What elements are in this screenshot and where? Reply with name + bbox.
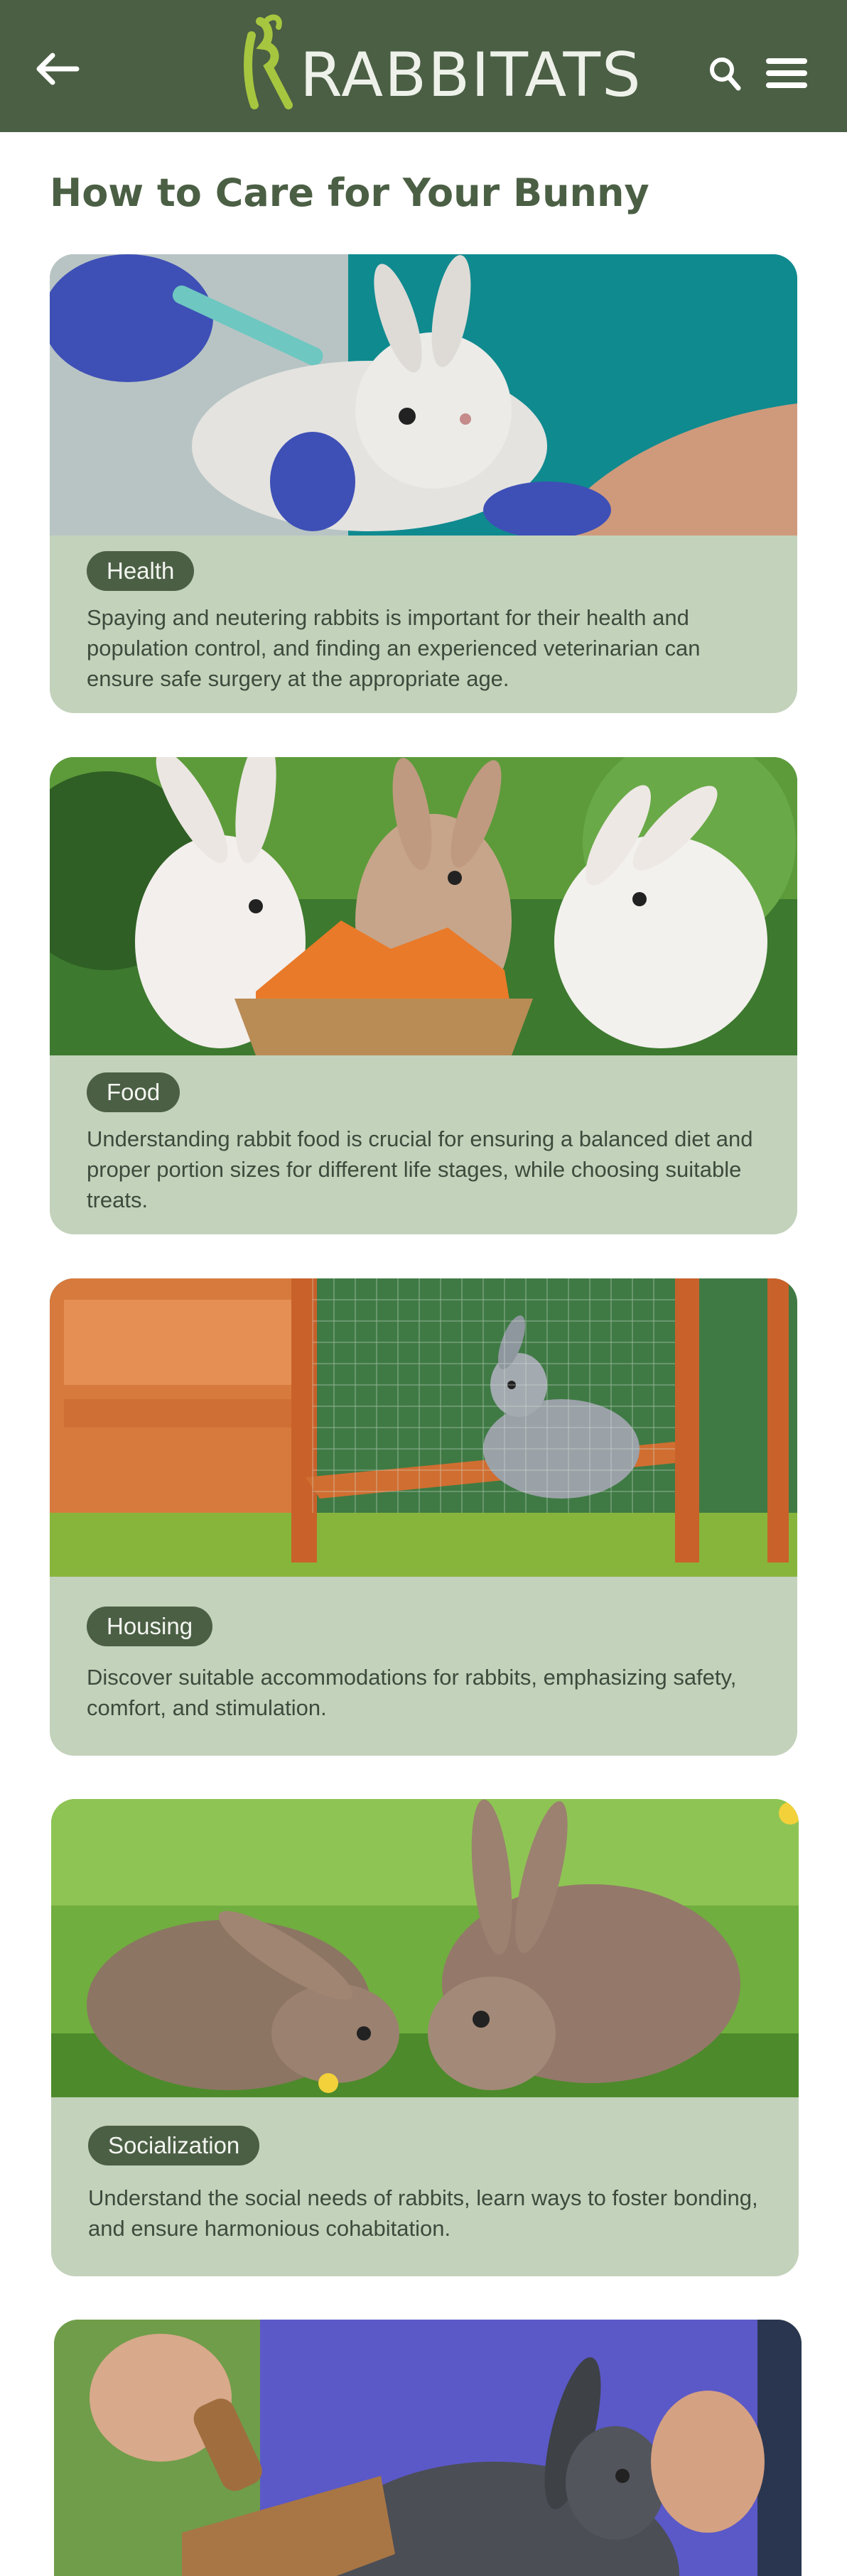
card-image bbox=[51, 1799, 799, 2097]
tag-badge: Socialization bbox=[88, 2126, 260, 2165]
care-card-grooming[interactable] bbox=[54, 2320, 802, 2576]
back-button[interactable] bbox=[34, 51, 81, 87]
care-card-socialization[interactable]: Socialization Understand the social need… bbox=[51, 1799, 799, 2276]
search-icon bbox=[710, 58, 741, 91]
search-button[interactable] bbox=[707, 54, 743, 94]
card-description: Discover suitable accommodations for rab… bbox=[87, 1665, 737, 1720]
logo-rabbit-r-icon bbox=[244, 14, 293, 109]
health-photo bbox=[50, 254, 797, 536]
care-card-health[interactable]: Health Spaying and neutering rabbits is … bbox=[50, 254, 797, 713]
care-card-food[interactable]: Food Understanding rabbit food is crucia… bbox=[50, 757, 797, 1234]
tag-badge: Food bbox=[87, 1072, 180, 1112]
card-description: Understand the social needs of rabbits, … bbox=[88, 2185, 758, 2241]
card-description: Spaying and neutering rabbits is importa… bbox=[87, 605, 701, 691]
card-image bbox=[50, 254, 797, 536]
menu-button[interactable] bbox=[765, 57, 809, 89]
tag-badge: Health bbox=[87, 551, 195, 591]
page-title: How to Care for Your Bunny bbox=[50, 170, 649, 215]
housing-photo bbox=[50, 1278, 797, 1577]
food-photo bbox=[50, 757, 797, 1055]
card-image bbox=[54, 2320, 802, 2576]
care-card-housing[interactable]: Housing Discover suitable accommodations… bbox=[50, 1278, 797, 1756]
card-image bbox=[50, 757, 797, 1055]
brand-logo[interactable]: RABBITATS bbox=[239, 14, 641, 121]
card-description: Understanding rabbit food is crucial for… bbox=[87, 1126, 753, 1212]
app-header: RABBITATS bbox=[0, 0, 847, 132]
tag-badge: Housing bbox=[87, 1607, 213, 1646]
grooming-photo bbox=[54, 2320, 802, 2576]
card-image bbox=[50, 1278, 797, 1577]
socialization-photo bbox=[51, 1799, 799, 2097]
arrow-left-icon bbox=[36, 53, 80, 85]
hamburger-menu-icon bbox=[766, 58, 807, 88]
brand-name: RABBITATS bbox=[300, 40, 642, 111]
